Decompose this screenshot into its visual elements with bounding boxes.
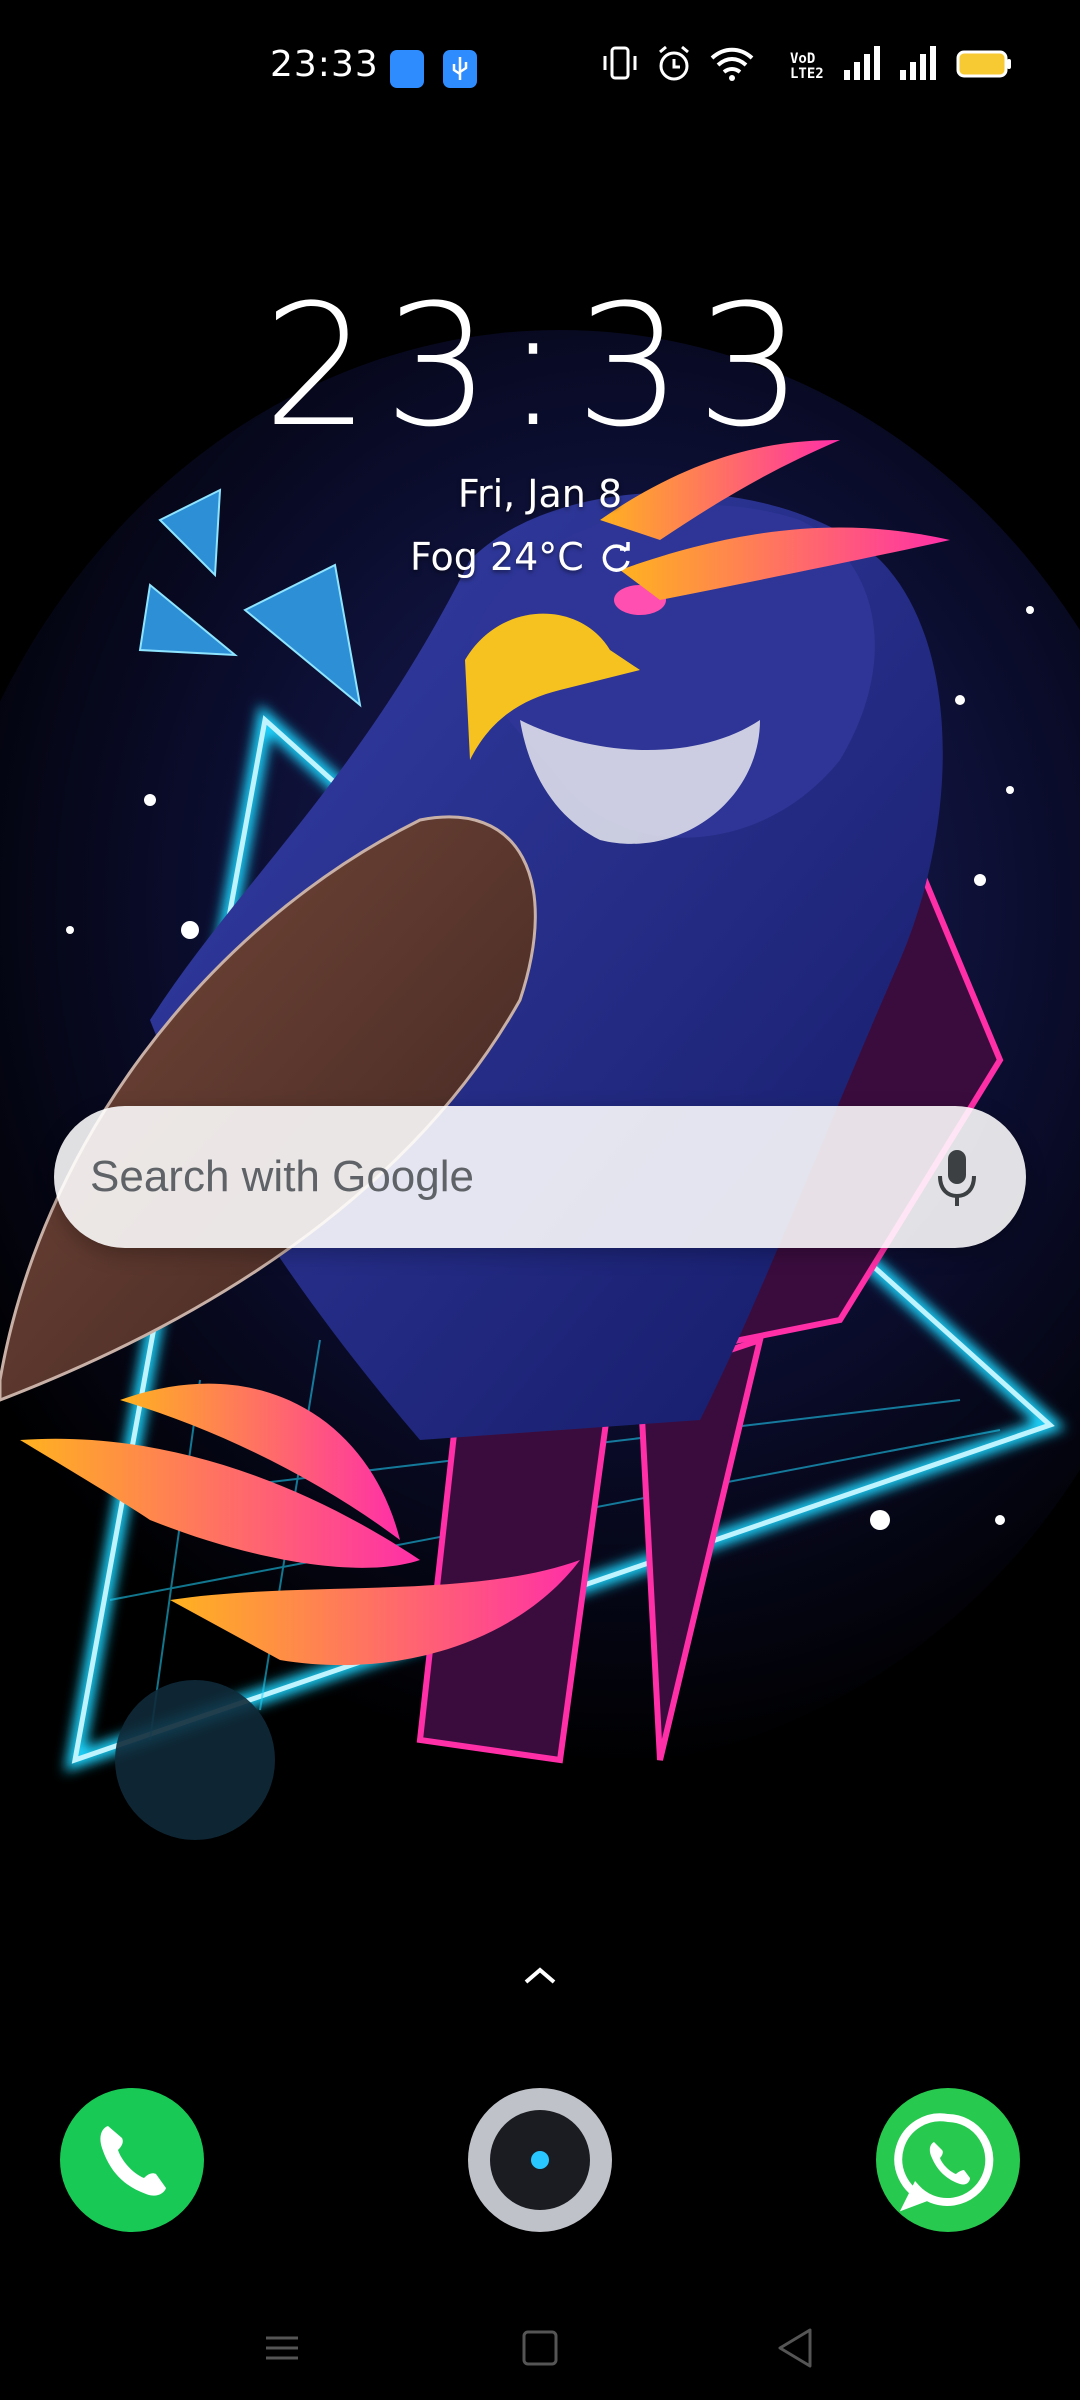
battery-icon xyxy=(956,50,1011,78)
microphone-icon[interactable] xyxy=(932,1146,982,1210)
alarm-icon xyxy=(659,45,689,81)
vibrate-icon xyxy=(603,46,637,80)
lockscreen-clock[interactable]: 23:33 xyxy=(0,268,1080,464)
menu-icon[interactable] xyxy=(252,2318,312,2378)
status-icons: VoD LTE2 xyxy=(600,40,1080,100)
wifi-icon xyxy=(710,47,754,81)
whatsapp-app-button[interactable] xyxy=(876,2088,1020,2232)
google-search-bar[interactable]: Search with Google xyxy=(54,1106,1026,1248)
weather-text: Fog 24°C xyxy=(410,535,584,579)
home-icon[interactable] xyxy=(510,2318,570,2378)
phone-icon xyxy=(100,2126,166,2196)
chevron-up-icon[interactable] xyxy=(520,1962,560,1990)
usb-icon xyxy=(443,50,477,88)
status-bar: 23:33 VoD LTE2 xyxy=(0,0,1080,140)
notification-app-icon xyxy=(390,50,424,88)
signal-icon xyxy=(844,46,880,80)
phone-app-button[interactable] xyxy=(60,2088,204,2232)
weather-widget[interactable]: Fog 24°C xyxy=(410,535,634,579)
search-placeholder: Search with Google xyxy=(90,1152,474,1201)
camera-app-button[interactable] xyxy=(468,2088,612,2232)
navigation-bar xyxy=(0,2290,1080,2400)
camera-icon xyxy=(490,2110,590,2210)
back-icon[interactable] xyxy=(766,2318,826,2378)
volte-icon: VoD LTE2 xyxy=(790,51,824,82)
lockscreen-date[interactable]: Fri, Jan 8 xyxy=(0,472,1080,516)
status-time: 23:33 xyxy=(270,44,379,85)
refresh-icon[interactable] xyxy=(598,539,634,575)
signal-icon xyxy=(900,46,936,80)
whatsapp-icon xyxy=(894,2113,994,2212)
